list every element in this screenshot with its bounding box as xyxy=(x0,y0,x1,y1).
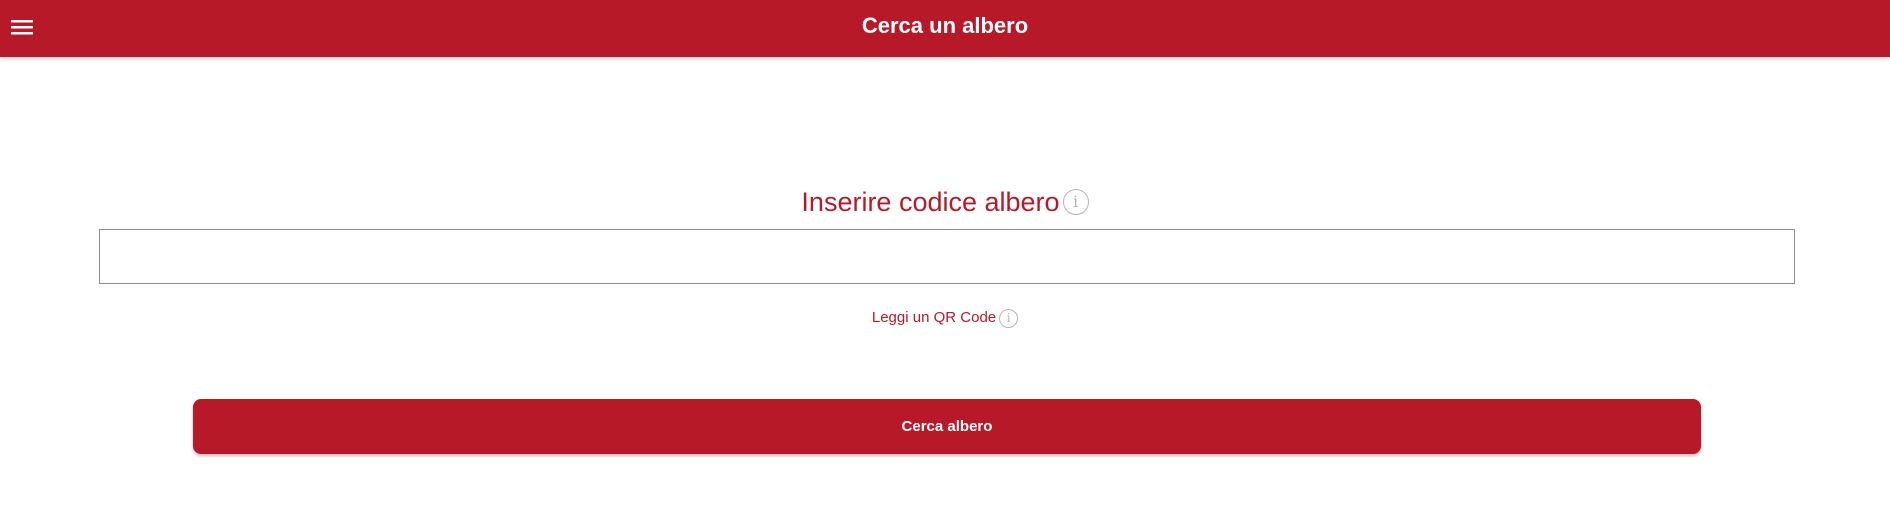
app-bar: Cerca un albero xyxy=(0,0,1890,57)
info-icon[interactable]: i xyxy=(999,308,1019,328)
code-label: Inserire codice albero xyxy=(801,187,1060,217)
code-label-row: Inserire codice albero i xyxy=(0,185,1890,219)
info-icon[interactable]: i xyxy=(1062,189,1089,215)
read-qr-code-link[interactable]: Leggi un QR Code xyxy=(872,309,996,326)
search-tree-button[interactable]: Cerca albero xyxy=(193,399,1701,454)
tree-code-input[interactable] xyxy=(99,229,1795,284)
page-title: Cerca un albero xyxy=(861,13,1029,38)
qr-code-row: Leggi un QR Code i xyxy=(0,307,1890,329)
